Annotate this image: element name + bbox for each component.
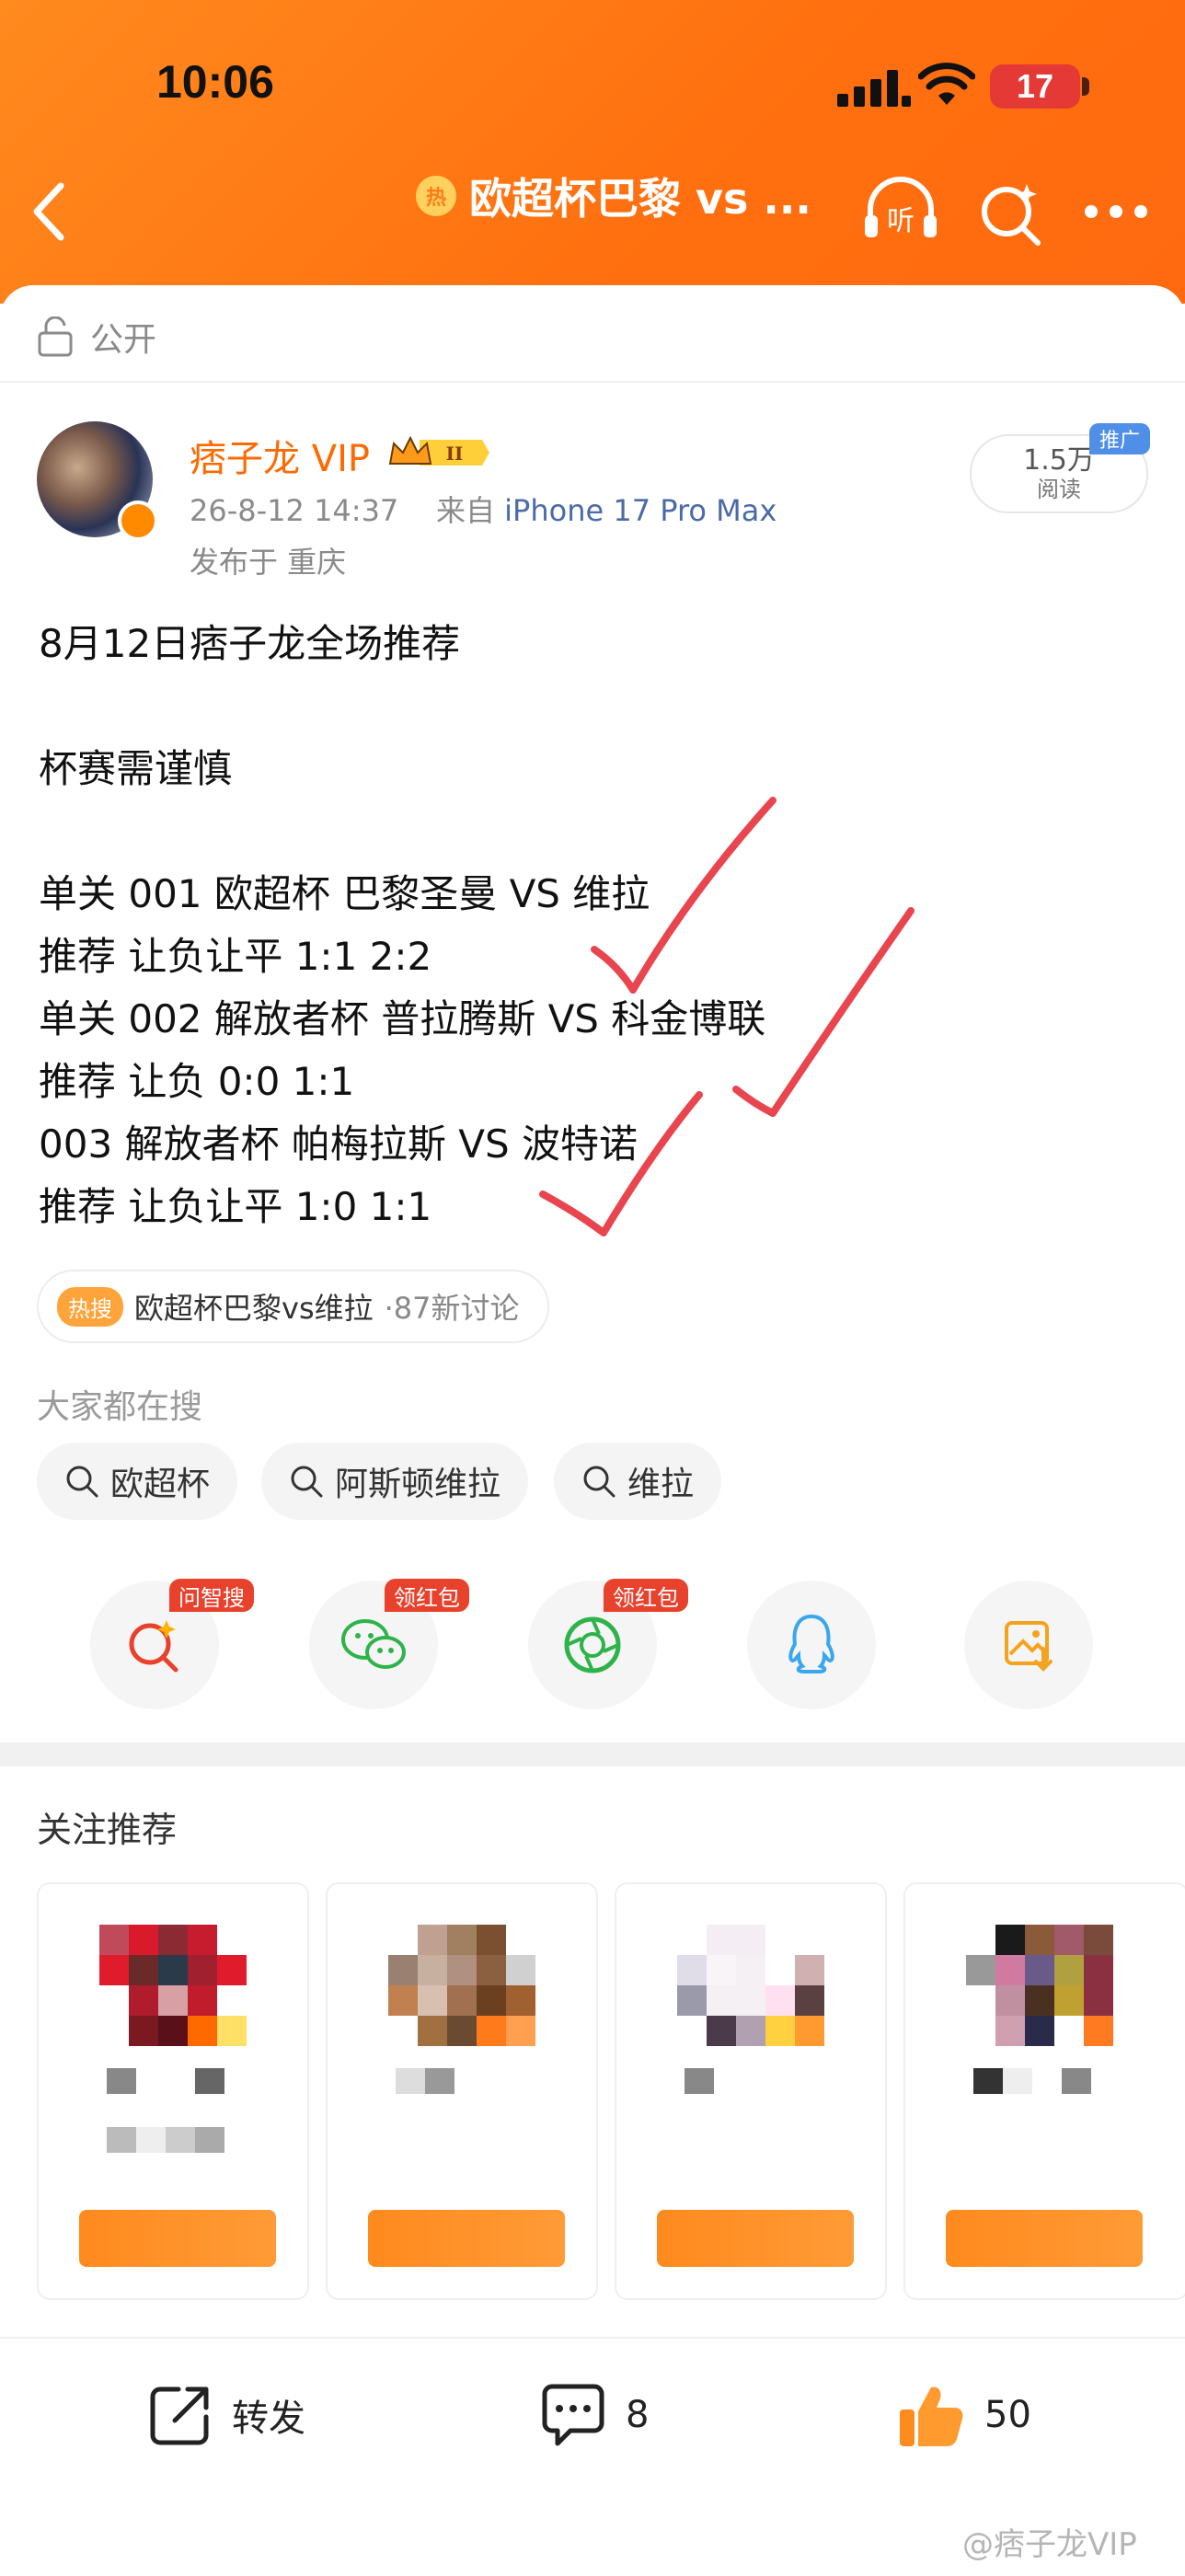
- nav-title-group[interactable]: 热 欧超杯巴黎 vs ...: [416, 164, 811, 228]
- recommend-card[interactable]: [37, 1882, 309, 2300]
- blurred-name: [107, 2068, 224, 2094]
- unlock-icon: [38, 316, 73, 357]
- post-text-line: 推荐 让负让平 1:0 1:1: [39, 1184, 432, 1229]
- nav-title: 欧超杯巴黎 vs ...: [469, 174, 811, 224]
- comment-icon: [542, 2384, 604, 2446]
- watermark: @痞子龙VIP: [962, 2526, 1137, 2563]
- vip-level-label: II: [446, 443, 464, 465]
- save-image-icon: [1005, 1621, 1053, 1672]
- like-button[interactable]: 50: [896, 2374, 1031, 2456]
- section-separator: [0, 1742, 1185, 1766]
- blurred-avatar: [388, 1925, 535, 2046]
- wifi-icon: [918, 63, 975, 105]
- share-badge: 领红包: [604, 1579, 688, 1612]
- blurred-name: [396, 2068, 454, 2094]
- back-arrow-icon[interactable]: [18, 175, 83, 248]
- post-text-line: 杯赛需谨慎: [39, 746, 233, 791]
- search-icon: [66, 1466, 98, 1498]
- search-suggestion[interactable]: 欧超杯: [37, 1443, 238, 1520]
- search-suggestion[interactable]: 阿斯顿维拉: [261, 1443, 529, 1520]
- blurred-avatar: [99, 1925, 247, 2046]
- post-location: 发布于 重庆: [190, 545, 347, 580]
- blurred-desc: [107, 2127, 224, 2153]
- everyone-searching-title: 大家都在搜: [37, 1388, 203, 1426]
- search-suggestion-label: 欧超杯: [110, 1466, 211, 1503]
- hot-topic-chip[interactable]: 热搜 欧超杯巴黎vs维拉 ·87新讨论: [37, 1270, 549, 1343]
- read-count-number: 1.5万: [1023, 444, 1095, 477]
- blurred-name: [973, 2068, 1091, 2094]
- save-image-button[interactable]: [964, 1581, 1093, 1709]
- share-badge: 领红包: [385, 1579, 469, 1612]
- topic-count: ·87新讨论: [384, 1291, 520, 1326]
- cellular-signal-icon: [837, 70, 911, 107]
- wechat-icon: [341, 1619, 406, 1669]
- recommend-title: 关注推荐: [37, 1810, 178, 1850]
- blurred-follow-button[interactable]: [657, 2210, 854, 2267]
- post-text-line: 推荐 让负让平 1:1 2:2: [39, 934, 432, 979]
- header-bar: [0, 0, 1185, 304]
- search-suggestion[interactable]: 维拉: [554, 1443, 722, 1520]
- device-link[interactable]: iPhone 17 Pro Max: [504, 493, 777, 528]
- ai-search-icon: [129, 1620, 178, 1673]
- hot-search-tag: 热搜: [57, 1286, 123, 1327]
- topic-text: 欧超杯巴黎vs维拉: [134, 1291, 374, 1326]
- battery-indicator: 17: [990, 64, 1080, 109]
- moments-icon: [564, 1616, 621, 1673]
- status-time: 10:06: [156, 56, 274, 108]
- repost-icon: [150, 2386, 209, 2445]
- like-count: 50: [984, 2394, 1031, 2436]
- comment-button[interactable]: 8: [539, 2374, 649, 2456]
- recommend-card[interactable]: [326, 1882, 598, 2300]
- blurred-avatar: [966, 1925, 1113, 2046]
- post-text-line: 推荐 让负 0:0 1:1: [39, 1059, 355, 1104]
- vip-crown-icon: II: [388, 435, 489, 466]
- search-suggestion-label: 维拉: [627, 1466, 695, 1503]
- listen-headphones-icon[interactable]: 听: [861, 175, 940, 243]
- read-count-label: 阅读: [1037, 477, 1081, 502]
- post-text-line: 单关 002 解放者杯 普拉腾斯 VS 科金博联: [39, 996, 766, 1041]
- more-options-icon[interactable]: [1084, 204, 1148, 219]
- search-icon: [583, 1466, 616, 1498]
- post-text-line: 8月12日痞子龙全场推荐: [39, 621, 461, 666]
- blurred-avatar: [677, 1925, 824, 2046]
- recommend-card[interactable]: [903, 1882, 1185, 2300]
- search-suggestion-label: 阿斯顿维拉: [335, 1466, 501, 1503]
- from-label: 来自: [435, 493, 495, 528]
- repost-button[interactable]: 转发: [147, 2374, 305, 2456]
- qq-icon: [788, 1614, 834, 1673]
- battery-tip: [1082, 77, 1089, 96]
- post-text-line: 003 解放者杯 帕梅拉斯 VS 波特诺: [39, 1121, 638, 1167]
- hot-topic-icon: 热: [416, 176, 456, 216]
- author-name[interactable]: 痞子龙 VIP: [190, 429, 370, 482]
- ai-search-icon[interactable]: [975, 177, 1049, 250]
- recommend-card[interactable]: [615, 1882, 887, 2300]
- search-icon: [291, 1466, 323, 1498]
- divider: [0, 2337, 1185, 2339]
- visibility-row: 公开: [37, 311, 156, 362]
- blurred-follow-button[interactable]: [368, 2210, 565, 2267]
- thumbs-up-icon: [900, 2386, 963, 2446]
- post-text-line: 单关 001 欧超杯 巴黎圣曼 VS 维拉: [39, 871, 650, 916]
- blurred-follow-button[interactable]: [79, 2210, 276, 2267]
- blurred-name: [685, 2068, 714, 2094]
- visibility-label: 公开: [90, 321, 157, 359]
- repost-label: 转发: [232, 2398, 305, 2440]
- divider: [0, 381, 1185, 383]
- share-badge: 问智搜: [169, 1579, 254, 1612]
- listen-label: 听: [887, 205, 915, 237]
- blurred-follow-button[interactable]: [946, 2210, 1143, 2267]
- verified-badge-icon: [118, 500, 158, 541]
- post-meta: 26-8-12 14:37 来自 iPhone 17 Pro Max: [190, 488, 777, 530]
- promote-badge[interactable]: 推广: [1089, 423, 1150, 454]
- comment-count: 8: [626, 2394, 650, 2436]
- share-qq-button[interactable]: [747, 1581, 876, 1709]
- post-time: 26-8-12 14:37: [190, 493, 399, 528]
